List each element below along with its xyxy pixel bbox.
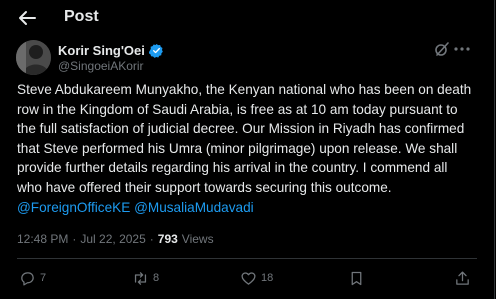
views-count: 793	[157, 232, 178, 246]
back-arrow-icon	[19, 11, 36, 25]
page-header: Post	[0, 0, 494, 36]
more-icon	[454, 47, 470, 51]
verified-badge-icon	[148, 43, 163, 58]
grok-button[interactable]	[433, 40, 451, 58]
repost-icon	[134, 271, 147, 285]
reply-button[interactable]: 7	[19, 266, 46, 290]
post-page: Post Korir Sing'Oei @SingoeiAKorir Steve…	[0, 0, 495, 299]
mention-link[interactable]: @ForeignOfficeKE	[17, 200, 130, 215]
tweet-date[interactable]: Jul 22, 2025	[80, 232, 145, 246]
page-title: Post	[64, 8, 99, 25]
bookmark-icon	[351, 271, 362, 285]
views-label: Views	[181, 232, 214, 246]
reply-icon	[21, 271, 34, 286]
tweet-meta: 12:48 PM · Jul 22, 2025 · 793 Views	[17, 232, 214, 246]
more-button[interactable]	[452, 40, 472, 58]
author-name-row: Korir Sing'Oei	[58, 42, 164, 58]
like-button[interactable]: 18	[240, 266, 273, 290]
share-icon	[456, 270, 469, 285]
mention-link[interactable]: @MusaliaMudavadi	[134, 200, 254, 215]
tweet-time[interactable]: 12:48 PM	[17, 232, 68, 246]
meta-separator: ·	[72, 232, 77, 246]
tweet-text: Steve Abdukareem Munyakho, the Kenyan na…	[17, 82, 472, 195]
share-button[interactable]	[454, 266, 471, 290]
like-count: 18	[261, 272, 274, 284]
reply-count: 7	[40, 272, 47, 284]
like-icon	[241, 271, 256, 285]
author-display-name[interactable]: Korir Sing'Oei	[58, 43, 145, 58]
action-bar: 7 8 18	[17, 266, 477, 290]
repost-button[interactable]: 8	[132, 266, 159, 290]
meta-separator: ·	[149, 232, 154, 246]
tweet-body: Steve Abdukareem Munyakho, the Kenyan na…	[17, 80, 472, 217]
divider	[17, 258, 477, 259]
grok-icon	[435, 42, 449, 56]
back-button[interactable]	[16, 8, 38, 28]
avatar[interactable]	[16, 40, 51, 75]
bookmark-button[interactable]	[348, 266, 365, 290]
author-handle[interactable]: @SingoeiAKorir	[58, 59, 144, 73]
repost-count: 8	[153, 272, 160, 284]
